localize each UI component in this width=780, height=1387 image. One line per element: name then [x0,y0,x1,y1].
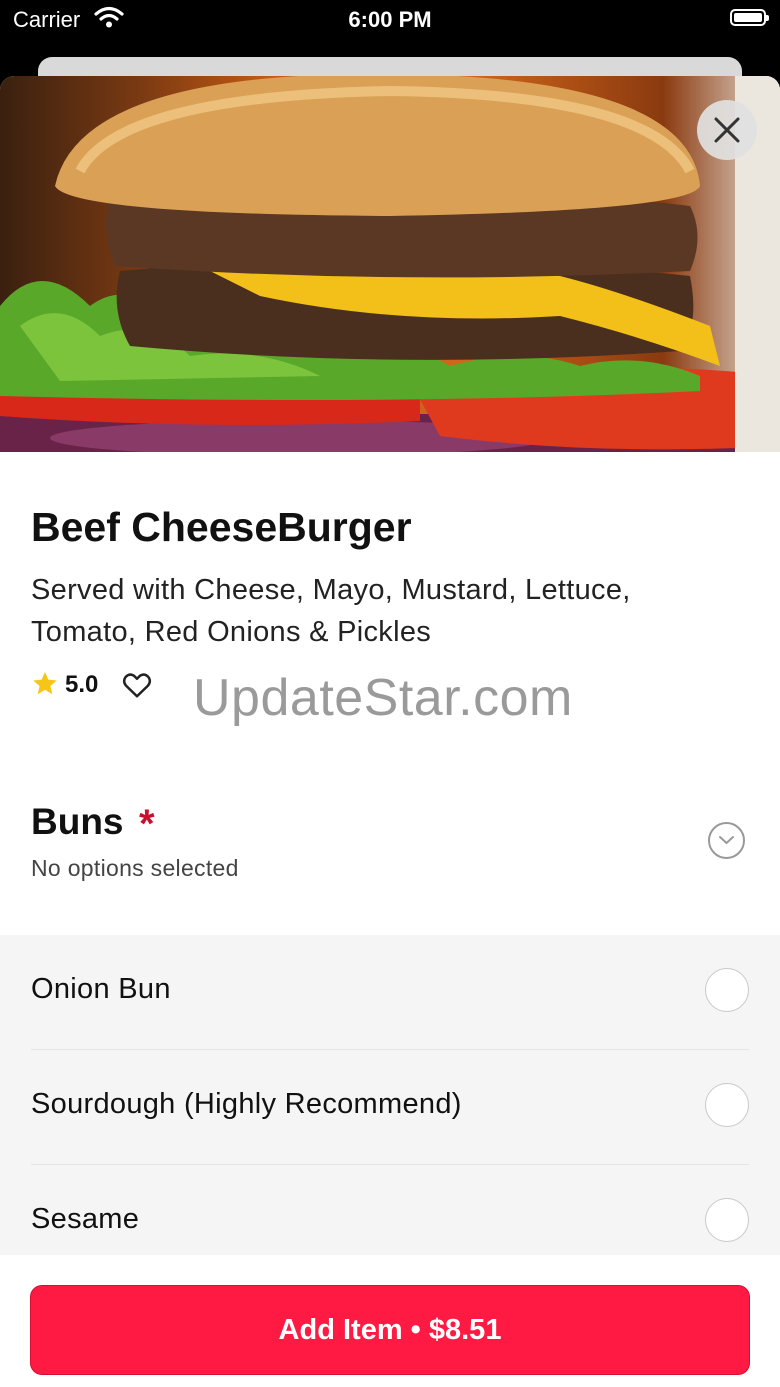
add-item-button[interactable]: Add Item • $8.51 [30,1285,750,1375]
required-marker: * [139,802,155,846]
status-bar: Carrier 6:00 PM [0,0,780,40]
clock: 6:00 PM [348,7,432,32]
burger-image [0,76,780,452]
heart-icon[interactable] [122,671,152,699]
star-icon [33,672,57,695]
buns-selection-status: No options selected [31,855,239,881]
footer-bar: Add Item • $8.51 [0,1255,780,1387]
product-description: Served with Cheese, Mayo, Mustard, Lettu… [31,574,631,648]
option-onion-bun[interactable]: Onion Bun [31,935,749,1050]
option-label: Sourdough (Highly Recommend) [31,1088,462,1120]
product-title: Beef CheeseBurger [31,504,412,550]
option-label: Sesame [31,1203,140,1235]
option-sourdough[interactable]: Sourdough (Highly Recommend) [31,1050,749,1165]
close-icon [714,117,740,143]
chevron-down-icon [719,836,734,844]
radio-button[interactable] [705,968,749,1012]
option-label: Onion Bun [31,973,171,1005]
close-button[interactable] [697,100,757,160]
battery-icon [730,9,769,26]
item-sheet: Beef CheeseBurger Served with Cheese, Ma… [0,76,780,1387]
rating-value: 5.0 [65,671,99,698]
watermark: UpdateStar.com [193,669,573,727]
radio-button[interactable] [705,1083,749,1127]
burger-illustration [0,76,780,452]
buns-collapse-button[interactable] [708,822,745,859]
buns-options-list: Onion Bun Sourdough (Highly Recommend) S… [0,935,780,1265]
radio-button[interactable] [705,1198,749,1242]
buns-section-title: Buns [31,801,124,842]
